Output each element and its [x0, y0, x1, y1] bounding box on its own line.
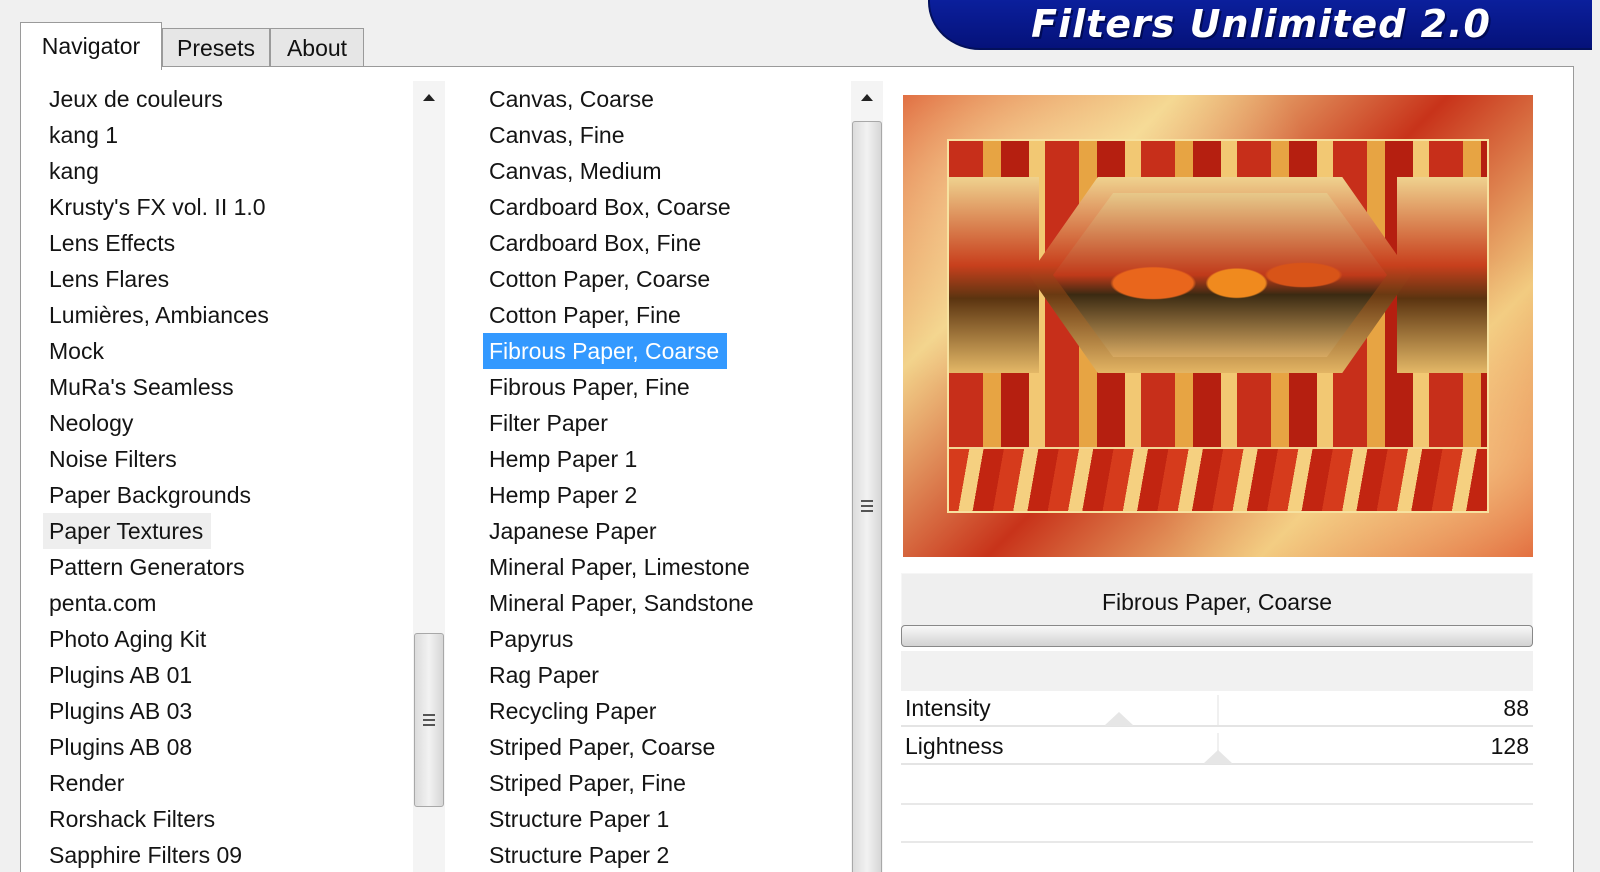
- slider-thumb[interactable]: [1104, 712, 1135, 726]
- filter-item[interactable]: Filter Paper: [483, 405, 616, 441]
- category-item[interactable]: Photo Aging Kit: [43, 621, 214, 657]
- category-item[interactable]: Lens Flares: [43, 261, 177, 297]
- filter-item[interactable]: Mineral Paper, Limestone: [483, 549, 758, 585]
- parameter-value: 128: [1490, 733, 1529, 759]
- arrow-up-icon: [423, 93, 435, 101]
- selected-filter-name: Fibrous Paper, Coarse: [901, 573, 1533, 631]
- category-item[interactable]: kang 1: [43, 117, 126, 153]
- filter-item[interactable]: Cotton Paper, Fine: [483, 297, 689, 333]
- filter-item[interactable]: Structure Paper 1: [483, 801, 677, 837]
- filter-item[interactable]: Striped Paper, Coarse: [483, 729, 723, 765]
- filter-item[interactable]: Papyrus: [483, 621, 581, 657]
- category-item[interactable]: Paper Backgrounds: [43, 477, 259, 513]
- category-scroll-up-button[interactable]: [413, 81, 445, 113]
- category-item[interactable]: Lens Effects: [43, 225, 183, 261]
- preview-floor: [949, 447, 1487, 511]
- category-item[interactable]: Jeux de couleurs: [43, 81, 231, 117]
- category-item[interactable]: Lumières, Ambiances: [43, 297, 277, 333]
- parameter-label: Lightness: [905, 733, 1004, 759]
- category-item[interactable]: Rorshack Filters: [43, 801, 223, 837]
- category-item[interactable]: Plugins AB 08: [43, 729, 200, 765]
- parameter-label: Intensity: [905, 695, 991, 721]
- empty-parameter-row: [901, 803, 1533, 805]
- grip-icon: [423, 714, 435, 726]
- category-scrollbar[interactable]: [413, 81, 445, 872]
- filter-item[interactable]: Recycling Paper: [483, 693, 664, 729]
- filters-unlimited-logo: Filters Unlimited 2.0: [928, 0, 1592, 50]
- filter-item[interactable]: Cotton Paper, Coarse: [483, 261, 718, 297]
- category-scroll-thumb[interactable]: [414, 633, 444, 807]
- category-item[interactable]: Pattern Generators: [43, 549, 253, 585]
- filter-item[interactable]: Canvas, Fine: [483, 117, 633, 153]
- parameter-value: 88: [1503, 695, 1529, 721]
- slider-track[interactable]: [901, 725, 1533, 727]
- category-item[interactable]: Krusty's FX vol. II 1.0: [43, 189, 274, 225]
- parameter-slider[interactable]: Intensity 88: [901, 691, 1533, 729]
- category-item[interactable]: penta.com: [43, 585, 164, 621]
- category-item[interactable]: Plugins AB 01: [43, 657, 200, 693]
- filter-scroll-up-button[interactable]: [851, 81, 883, 113]
- tab-presets[interactable]: Presets: [162, 28, 270, 68]
- filter-preview-image: [903, 95, 1533, 557]
- filter-item[interactable]: Hemp Paper 1: [483, 441, 645, 477]
- tab-about[interactable]: About: [270, 28, 364, 68]
- filter-item[interactable]: Canvas, Medium: [483, 153, 670, 189]
- arrow-up-icon: [861, 93, 873, 101]
- filter-item[interactable]: Structure Paper 2: [483, 837, 677, 872]
- category-item[interactable]: Sapphire Filters 09: [43, 837, 250, 872]
- filter-item[interactable]: Rag Paper: [483, 657, 607, 693]
- filter-item[interactable]: Japanese Paper: [483, 513, 665, 549]
- filter-item[interactable]: Fibrous Paper, Coarse: [483, 333, 728, 369]
- preview-frame: [947, 139, 1489, 513]
- parameter-spacer: [901, 651, 1533, 691]
- tab-navigator[interactable]: Navigator: [20, 22, 162, 70]
- filter-scroll-thumb[interactable]: [852, 121, 882, 872]
- filter-item[interactable]: Cardboard Box, Coarse: [483, 189, 739, 225]
- filter-item[interactable]: Canvas, Coarse: [483, 81, 662, 117]
- category-item[interactable]: kang: [43, 153, 107, 189]
- filter-item[interactable]: Hemp Paper 2: [483, 477, 645, 513]
- filter-item[interactable]: Fibrous Paper, Fine: [483, 369, 698, 405]
- category-item[interactable]: Mock: [43, 333, 112, 369]
- empty-parameter-row: [901, 841, 1533, 843]
- category-item[interactable]: MuRa's Seamless: [43, 369, 242, 405]
- navigator-panel: Jeux de couleurs kang 1 kang Krusty's FX vo…: [20, 66, 1574, 872]
- category-item[interactable]: Plugins AB 03: [43, 693, 200, 729]
- category-item[interactable]: Paper Textures: [43, 513, 212, 549]
- category-item[interactable]: Neology: [43, 405, 141, 441]
- category-item[interactable]: Render: [43, 765, 132, 801]
- logo-text: Filters Unlimited 2.0: [1031, 2, 1491, 46]
- grip-icon: [861, 500, 873, 512]
- filter-list[interactable]: Canvas, Coarse Canvas, Fine Canvas, Medium…: [483, 81, 762, 872]
- progress-bar: [901, 625, 1533, 647]
- parameter-slider[interactable]: Lightness 128: [901, 729, 1533, 767]
- slider-center-tick: [1217, 695, 1219, 725]
- category-list[interactable]: Jeux de couleurs kang 1 kang Krusty's FX vo…: [43, 81, 277, 872]
- preview-left-panel: [949, 177, 1039, 373]
- preview-roses: [1053, 193, 1387, 357]
- filter-item[interactable]: Mineral Paper, Sandstone: [483, 585, 762, 621]
- filter-item[interactable]: Striped Paper, Fine: [483, 765, 694, 801]
- filter-item[interactable]: Cardboard Box, Fine: [483, 225, 709, 261]
- filter-scrollbar[interactable]: [851, 81, 883, 872]
- slider-thumb[interactable]: [1203, 750, 1234, 764]
- category-item[interactable]: Noise Filters: [43, 441, 185, 477]
